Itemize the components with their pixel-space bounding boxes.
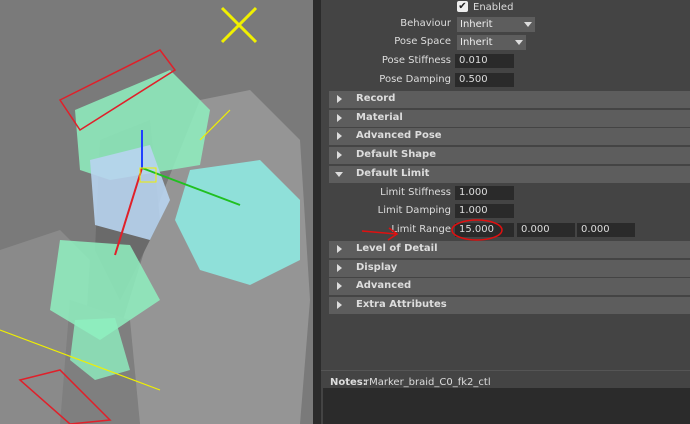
chevron-down-icon [524,22,532,27]
expand-arrow-icon [337,132,342,140]
section-advanced-pose-label: Advanced Pose [356,130,442,141]
notes-textarea[interactable] [323,388,690,424]
yellow-x-marker [220,6,258,44]
limit-range-row: Limit Range 15.000 0.000 0.000 [321,222,690,240]
limit-range-label: Limit Range [391,224,451,235]
section-material[interactable]: Material [329,110,690,127]
attribute-editor: ✔ Enabled Behaviour Inherit Pose Space I… [321,0,690,424]
pose-space-label: Pose Space [394,36,451,47]
pose-space-value: Inherit [460,37,493,48]
3d-viewport[interactable] [0,0,313,424]
behaviour-value: Inherit [460,19,493,30]
enabled-label: Enabled [473,2,514,13]
limit-range-z-field[interactable]: 0.000 [577,223,635,237]
expand-arrow-icon [337,282,342,290]
section-extra-attributes-label: Extra Attributes [356,299,447,310]
limit-damping-field[interactable]: 1.000 [455,204,514,218]
notes-bar: Notes: rMarker_braid_C0_fk2_ctl [321,370,690,389]
notes-node-name: rMarker_braid_C0_fk2_ctl [365,377,491,388]
section-record-label: Record [356,93,396,104]
behaviour-dropdown[interactable]: Inherit [457,17,535,32]
expand-arrow-icon [337,301,342,309]
pose-stiffness-label: Pose Stiffness [381,55,451,66]
limit-range-x-field[interactable]: 15.000 [455,223,514,237]
section-default-limit[interactable]: Default Limit [329,166,690,183]
pose-space-row: Pose Space Inherit [321,34,690,52]
panel-splitter[interactable] [313,0,321,424]
section-record[interactable]: Record [329,91,690,108]
behaviour-row: Behaviour Inherit [321,16,690,34]
limit-stiffness-label: Limit Stiffness [380,187,451,198]
limit-damping-row: Limit Damping 1.000 [321,203,690,221]
pose-damping-row: Pose Damping 0.500 [321,72,690,90]
expand-arrow-icon [337,245,342,253]
collapse-arrow-icon [335,172,343,177]
section-display[interactable]: Display [329,260,690,277]
limit-damping-label: Limit Damping [377,205,451,216]
viewport-scene [0,6,310,424]
section-display-label: Display [356,262,398,273]
limit-range-y-field[interactable]: 0.000 [517,223,575,237]
chevron-down-icon [515,40,523,45]
pose-space-dropdown[interactable]: Inherit [457,35,526,50]
section-default-shape[interactable]: Default Shape [329,147,690,164]
pose-damping-label: Pose Damping [379,74,451,85]
section-default-limit-label: Default Limit [356,168,430,179]
section-level-of-detail[interactable]: Level of Detail [329,241,690,258]
behaviour-label: Behaviour [400,18,451,29]
section-extra-attributes[interactable]: Extra Attributes [329,297,690,314]
section-material-label: Material [356,112,403,123]
limit-stiffness-row: Limit Stiffness 1.000 [321,185,690,203]
expand-arrow-icon [337,264,342,272]
section-advanced[interactable]: Advanced [329,278,690,295]
notes-label: Notes: [330,377,367,388]
section-level-of-detail-label: Level of Detail [356,243,438,254]
limit-stiffness-field[interactable]: 1.000 [455,186,514,200]
pose-stiffness-row: Pose Stiffness 0.010 [321,53,690,71]
expand-arrow-icon [337,114,342,122]
pose-damping-field[interactable]: 0.500 [455,73,514,87]
section-advanced-pose[interactable]: Advanced Pose [329,128,690,145]
expand-arrow-icon [337,95,342,103]
expand-arrow-icon [337,151,342,159]
section-advanced-label: Advanced [356,280,412,291]
section-default-shape-label: Default Shape [356,149,436,160]
enabled-checkbox[interactable]: ✔ [457,1,468,12]
pose-stiffness-field[interactable]: 0.010 [455,54,514,68]
